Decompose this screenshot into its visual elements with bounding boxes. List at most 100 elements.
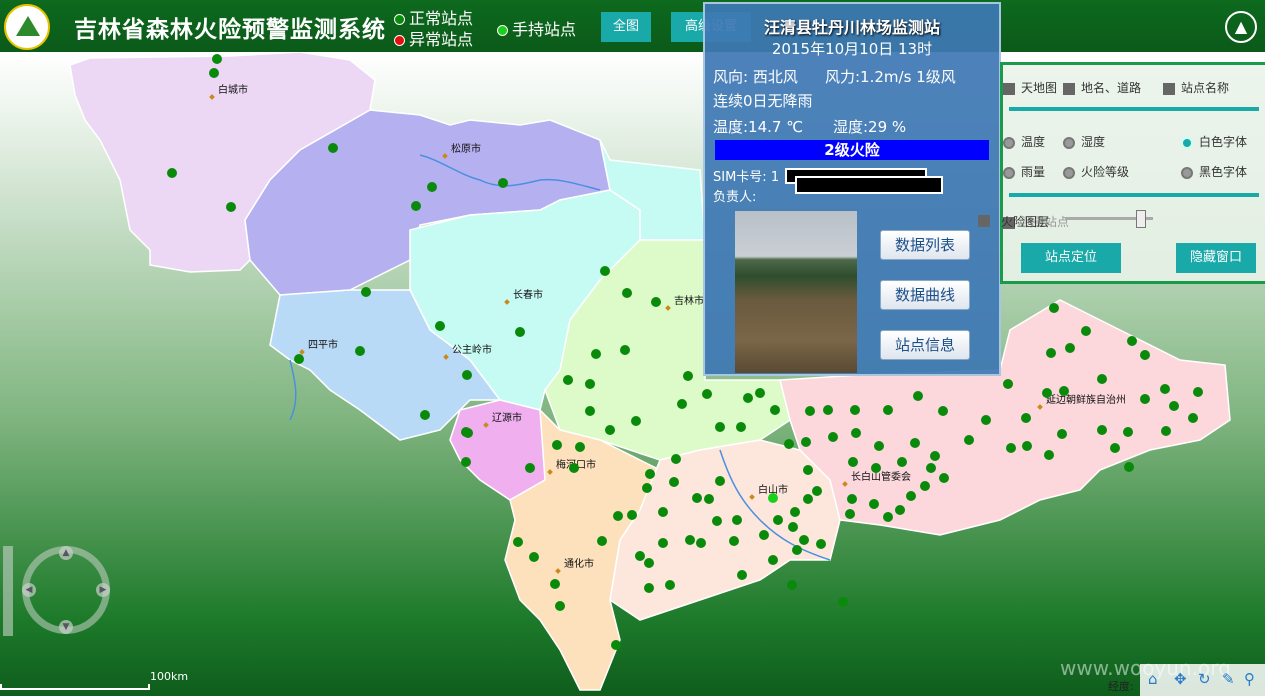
station-marker[interactable] (212, 54, 222, 64)
station-marker[interactable] (770, 405, 780, 415)
radio-fire-level[interactable]: 火险等级 (1063, 163, 1129, 180)
station-marker[interactable] (759, 530, 769, 540)
station-marker[interactable] (658, 507, 668, 517)
station-marker[interactable] (563, 375, 573, 385)
station-marker[interactable] (1059, 386, 1069, 396)
station-marker[interactable] (1057, 429, 1067, 439)
station-marker[interactable] (883, 405, 893, 415)
station-marker[interactable] (1022, 441, 1032, 451)
station-marker[interactable] (847, 494, 857, 504)
station-marker[interactable] (1110, 443, 1120, 453)
option-placenames[interactable]: 地名、道路 (1063, 79, 1141, 96)
station-marker[interactable] (1140, 394, 1150, 404)
station-marker[interactable] (1065, 343, 1075, 353)
station-marker[interactable] (1021, 413, 1031, 423)
station-marker[interactable] (784, 439, 794, 449)
station-marker[interactable] (209, 68, 219, 78)
station-marker[interactable] (920, 481, 930, 491)
station-marker[interactable] (692, 493, 702, 503)
station-marker[interactable] (658, 538, 668, 548)
radio-black-font[interactable]: 黑色字体 (1181, 163, 1247, 180)
station-marker[interactable] (685, 535, 695, 545)
station-marker[interactable] (823, 405, 833, 415)
station-marker[interactable] (462, 370, 472, 380)
station-marker[interactable] (294, 354, 304, 364)
station-marker[interactable] (461, 457, 471, 467)
edit-icon[interactable]: ✎ (1222, 670, 1235, 688)
handheld-station-marker[interactable] (768, 493, 778, 503)
station-marker[interactable] (790, 507, 800, 517)
station-marker[interactable] (788, 522, 798, 532)
station-marker[interactable] (926, 463, 936, 473)
station-marker[interactable] (702, 389, 712, 399)
station-marker[interactable] (848, 457, 858, 467)
station-marker[interactable] (874, 441, 884, 451)
station-marker[interactable] (803, 465, 813, 475)
station-marker[interactable] (704, 494, 714, 504)
search-icon[interactable]: ⚲ (1244, 670, 1255, 688)
station-marker[interactable] (620, 345, 630, 355)
station-marker[interactable] (515, 327, 525, 337)
station-marker[interactable] (964, 435, 974, 445)
station-marker[interactable] (1097, 425, 1107, 435)
station-marker[interactable] (645, 469, 655, 479)
station-marker[interactable] (1127, 336, 1137, 346)
data-curve-button[interactable]: 数据曲线 (880, 280, 970, 310)
compass-north-icon[interactable]: ▲ (1225, 11, 1257, 43)
station-marker[interactable] (938, 406, 948, 416)
station-marker[interactable] (585, 379, 595, 389)
radio-rainfall[interactable]: 雨量 (1003, 163, 1045, 180)
station-marker[interactable] (665, 580, 675, 590)
station-marker[interactable] (1006, 443, 1016, 453)
station-marker[interactable] (906, 491, 916, 501)
radio-humidity[interactable]: 湿度 (1063, 133, 1105, 150)
refresh-icon[interactable]: ↻ (1198, 670, 1211, 688)
station-marker[interactable] (463, 428, 473, 438)
station-marker[interactable] (427, 182, 437, 192)
station-marker[interactable] (1003, 379, 1013, 389)
pan-up-icon[interactable]: ▲ (59, 546, 73, 560)
station-marker[interactable] (1140, 350, 1150, 360)
station-marker[interactable] (677, 399, 687, 409)
station-marker[interactable] (729, 536, 739, 546)
station-marker[interactable] (411, 201, 421, 211)
station-marker[interactable] (669, 477, 679, 487)
station-marker[interactable] (1169, 401, 1179, 411)
station-marker[interactable] (420, 410, 430, 420)
station-marker[interactable] (591, 349, 601, 359)
station-marker[interactable] (838, 597, 848, 607)
station-marker[interactable] (737, 570, 747, 580)
station-marker[interactable] (768, 555, 778, 565)
station-marker[interactable] (552, 440, 562, 450)
station-marker[interactable] (600, 266, 610, 276)
station-marker[interactable] (167, 168, 177, 178)
station-marker[interactable] (1042, 388, 1052, 398)
station-marker[interactable] (355, 346, 365, 356)
station-marker[interactable] (812, 486, 822, 496)
station-marker[interactable] (651, 297, 661, 307)
station-marker[interactable] (801, 437, 811, 447)
station-marker[interactable] (792, 545, 802, 555)
station-marker[interactable] (605, 425, 615, 435)
station-marker[interactable] (555, 601, 565, 611)
station-marker[interactable] (910, 438, 920, 448)
station-marker[interactable] (611, 640, 621, 650)
station-marker[interactable] (1188, 413, 1198, 423)
slider-handle[interactable] (1136, 210, 1147, 228)
station-marker[interactable] (799, 535, 809, 545)
opacity-slider[interactable] (1065, 210, 1153, 228)
station-marker[interactable] (1193, 387, 1203, 397)
station-marker[interactable] (732, 515, 742, 525)
station-marker[interactable] (671, 454, 681, 464)
station-marker[interactable] (635, 551, 645, 561)
station-marker[interactable] (550, 579, 560, 589)
station-marker[interactable] (871, 463, 881, 473)
station-marker[interactable] (715, 422, 725, 432)
station-marker[interactable] (226, 202, 236, 212)
station-marker[interactable] (805, 406, 815, 416)
station-marker[interactable] (435, 321, 445, 331)
station-marker[interactable] (644, 558, 654, 568)
station-marker[interactable] (981, 415, 991, 425)
station-marker[interactable] (1081, 326, 1091, 336)
station-marker[interactable] (328, 143, 338, 153)
